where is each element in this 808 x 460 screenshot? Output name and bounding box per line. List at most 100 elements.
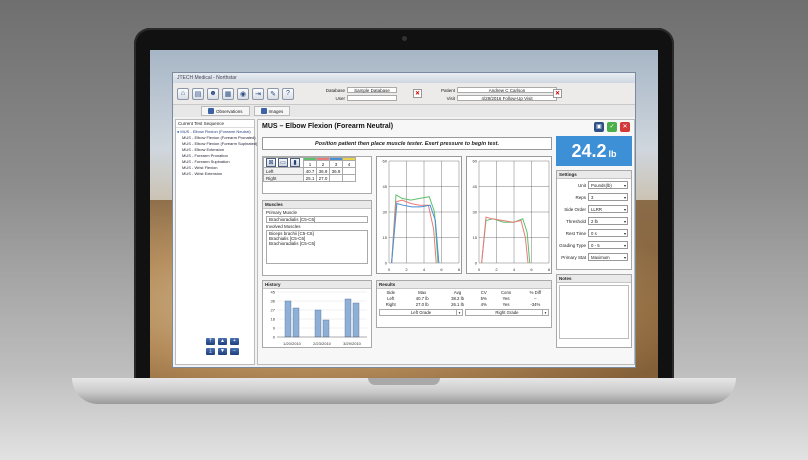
rest-time-select[interactable]: 0 s [588, 229, 628, 237]
x-tick-label: 8 [548, 267, 551, 272]
results-table: Side Max Avg CV Cons % Diff Left 40.7 lb… [377, 289, 551, 307]
setting-label: Threshold [565, 218, 586, 224]
primary-muscle-label: Primary Muscle [266, 210, 298, 215]
export-icon[interactable]: ⇥ [252, 87, 264, 100]
test-panel: MUS – Elbow Flexion (Forearm Neutral) ▣ … [257, 119, 635, 365]
threshold-select[interactable]: 2 lb [588, 217, 628, 225]
setting-row: Threshold 2 lb [557, 215, 631, 227]
setting-row: Primary Stat Maximum [557, 251, 631, 263]
left-grade-select[interactable]: Left Grade ▾ [379, 309, 463, 316]
y-tick-label: 30 [383, 210, 388, 215]
close-database-icon[interactable]: ✕ [413, 89, 422, 98]
left-rep-value[interactable]: 36.9 [316, 167, 330, 175]
history-bar [292, 307, 300, 338]
sequence-item[interactable]: MUS - Elbow Flexion (Forearm Supinated) [176, 140, 257, 146]
unit-select[interactable]: Pounds(lb) [588, 181, 628, 189]
laptop-base [72, 378, 736, 404]
y-tick-label: 36 [271, 299, 276, 304]
delete-icon[interactable]: ▮ [290, 158, 300, 167]
instruction-text: Position patient then place muscle teste… [262, 137, 552, 150]
scale-icon[interactable]: ⊠ [266, 158, 276, 167]
database-info: Database Sample Database User [325, 86, 397, 102]
setting-label: Grading Type [559, 242, 586, 248]
settings-icon[interactable]: ✎ [267, 87, 279, 100]
right-rep-value[interactable] [329, 174, 343, 182]
patient-label: Patient [440, 87, 455, 93]
close-patient-icon[interactable]: ✕ [553, 89, 562, 98]
notes-panel: Notes [556, 274, 632, 348]
accept-icon[interactable]: ✓ [607, 122, 617, 132]
setting-label: Side Order [564, 206, 586, 212]
y-tick-label: 60 [383, 159, 388, 164]
move-down-icon[interactable]: ▼ [218, 348, 227, 355]
move-top-icon[interactable]: ⤒ [206, 338, 215, 345]
right-rep-value[interactable] [342, 174, 356, 182]
images-icon [260, 108, 267, 114]
test-title: MUS – Elbow Flexion (Forearm Neutral) [262, 123, 394, 130]
sequence-item[interactable]: MUS - Elbow Flexion (Forearm Neutral) [176, 128, 254, 134]
right-force-curve-chart: 60 45 30 15 00 2 4 6 8 [466, 156, 552, 274]
right-rep-value[interactable]: 27.0 [316, 174, 330, 182]
visit-field[interactable]: 4/28/2016 Follow-Up Visit [457, 95, 557, 101]
reading-value: 24.2 [571, 141, 607, 161]
title-bar: JTECH Medical - Northstar [173, 73, 635, 83]
muscles-panel: Muscles Primary Muscle Brachioradialis [… [262, 200, 372, 276]
save-icon[interactable]: ▣ [594, 122, 604, 132]
help-icon[interactable]: ? [282, 87, 294, 100]
right-rep-value[interactable]: 25.1 [303, 174, 317, 182]
visit-icon[interactable]: ▦ [222, 87, 234, 100]
database-field[interactable]: Sample Database [347, 87, 397, 93]
remove-icon[interactable]: − [230, 348, 239, 355]
y-tick-label: 30 [473, 210, 478, 215]
y-tick-label: 0 [385, 261, 388, 266]
tab-images[interactable]: Images [253, 106, 291, 116]
grading-type-select[interactable]: 0 - 5 [588, 241, 628, 249]
home-icon[interactable]: ⌂ [177, 87, 189, 100]
left-rep-value[interactable]: 36.9 [329, 167, 343, 175]
force-series-line [391, 199, 437, 264]
left-rep-value[interactable]: 40.7 [303, 167, 317, 175]
add-icon[interactable]: + [230, 338, 239, 345]
laptop-screen-frame: JTECH Medical - Northstar ⌂ ▤ ☻ ▦ ◉ ⇥ ✎ … [134, 28, 674, 380]
setting-label: Unit [577, 182, 586, 188]
y-tick-label: 0 [475, 261, 478, 266]
involved-muscles-list[interactable]: Biceps brachii [C5-C6] Brachialis [C5-C6… [266, 230, 368, 264]
sequence-nav: ⤒ ▲ + ⤓ ▼ − [206, 338, 239, 355]
move-up-icon[interactable]: ▲ [218, 338, 227, 345]
setting-row: Side Order LLRR [557, 203, 631, 215]
right-grade-select[interactable]: Right Grade ▾ [465, 309, 549, 316]
tab-observations[interactable]: Observations [201, 106, 250, 116]
x-tick-label: 2 [405, 267, 408, 272]
notes-textarea[interactable] [559, 285, 629, 339]
webcam [402, 36, 407, 41]
force-series-line [391, 194, 439, 264]
side-order-select[interactable]: LLRR [588, 205, 628, 213]
x-tick-label: 2 [495, 267, 498, 272]
test-header-icons: ▣ ✓ ✕ [594, 122, 630, 132]
patient-field[interactable]: Andrew C Carlson [457, 87, 557, 93]
x-tick-label: 1/20/2010 [283, 341, 302, 346]
primary-stat-select[interactable]: Maximum [588, 253, 628, 261]
left-rep-value[interactable] [342, 167, 356, 175]
reps-select[interactable]: 3 [588, 193, 628, 201]
primary-muscle-field[interactable]: Brachioradialis [C5-C6] [266, 216, 368, 223]
history-bar [314, 309, 322, 338]
sequence-item[interactable]: MUS - Elbow Flexion (Forearm Pronated) [176, 134, 256, 140]
x-tick-label: 0 [478, 267, 481, 272]
y-tick-label: 27 [271, 308, 276, 313]
database-icon[interactable]: ▤ [192, 87, 204, 100]
rep-header: 2 [316, 160, 330, 168]
edit-icon[interactable]: ▭ [278, 158, 288, 167]
y-tick-label: 15 [383, 235, 388, 240]
user-field[interactable] [347, 95, 397, 101]
cancel-icon[interactable]: ✕ [620, 122, 630, 132]
history-bar [344, 298, 352, 338]
right-row-label: Right [263, 174, 304, 182]
tab-observations-label: Observations [216, 108, 243, 114]
device-icon[interactable]: ◉ [237, 87, 249, 100]
patient-icon[interactable]: ☻ [207, 87, 219, 100]
notes-title: Notes [557, 275, 631, 283]
setting-label: Rest Time [565, 230, 586, 236]
move-bottom-icon[interactable]: ⤓ [206, 348, 215, 355]
sequence-item[interactable]: MUS - Wrist Extension [176, 170, 254, 176]
